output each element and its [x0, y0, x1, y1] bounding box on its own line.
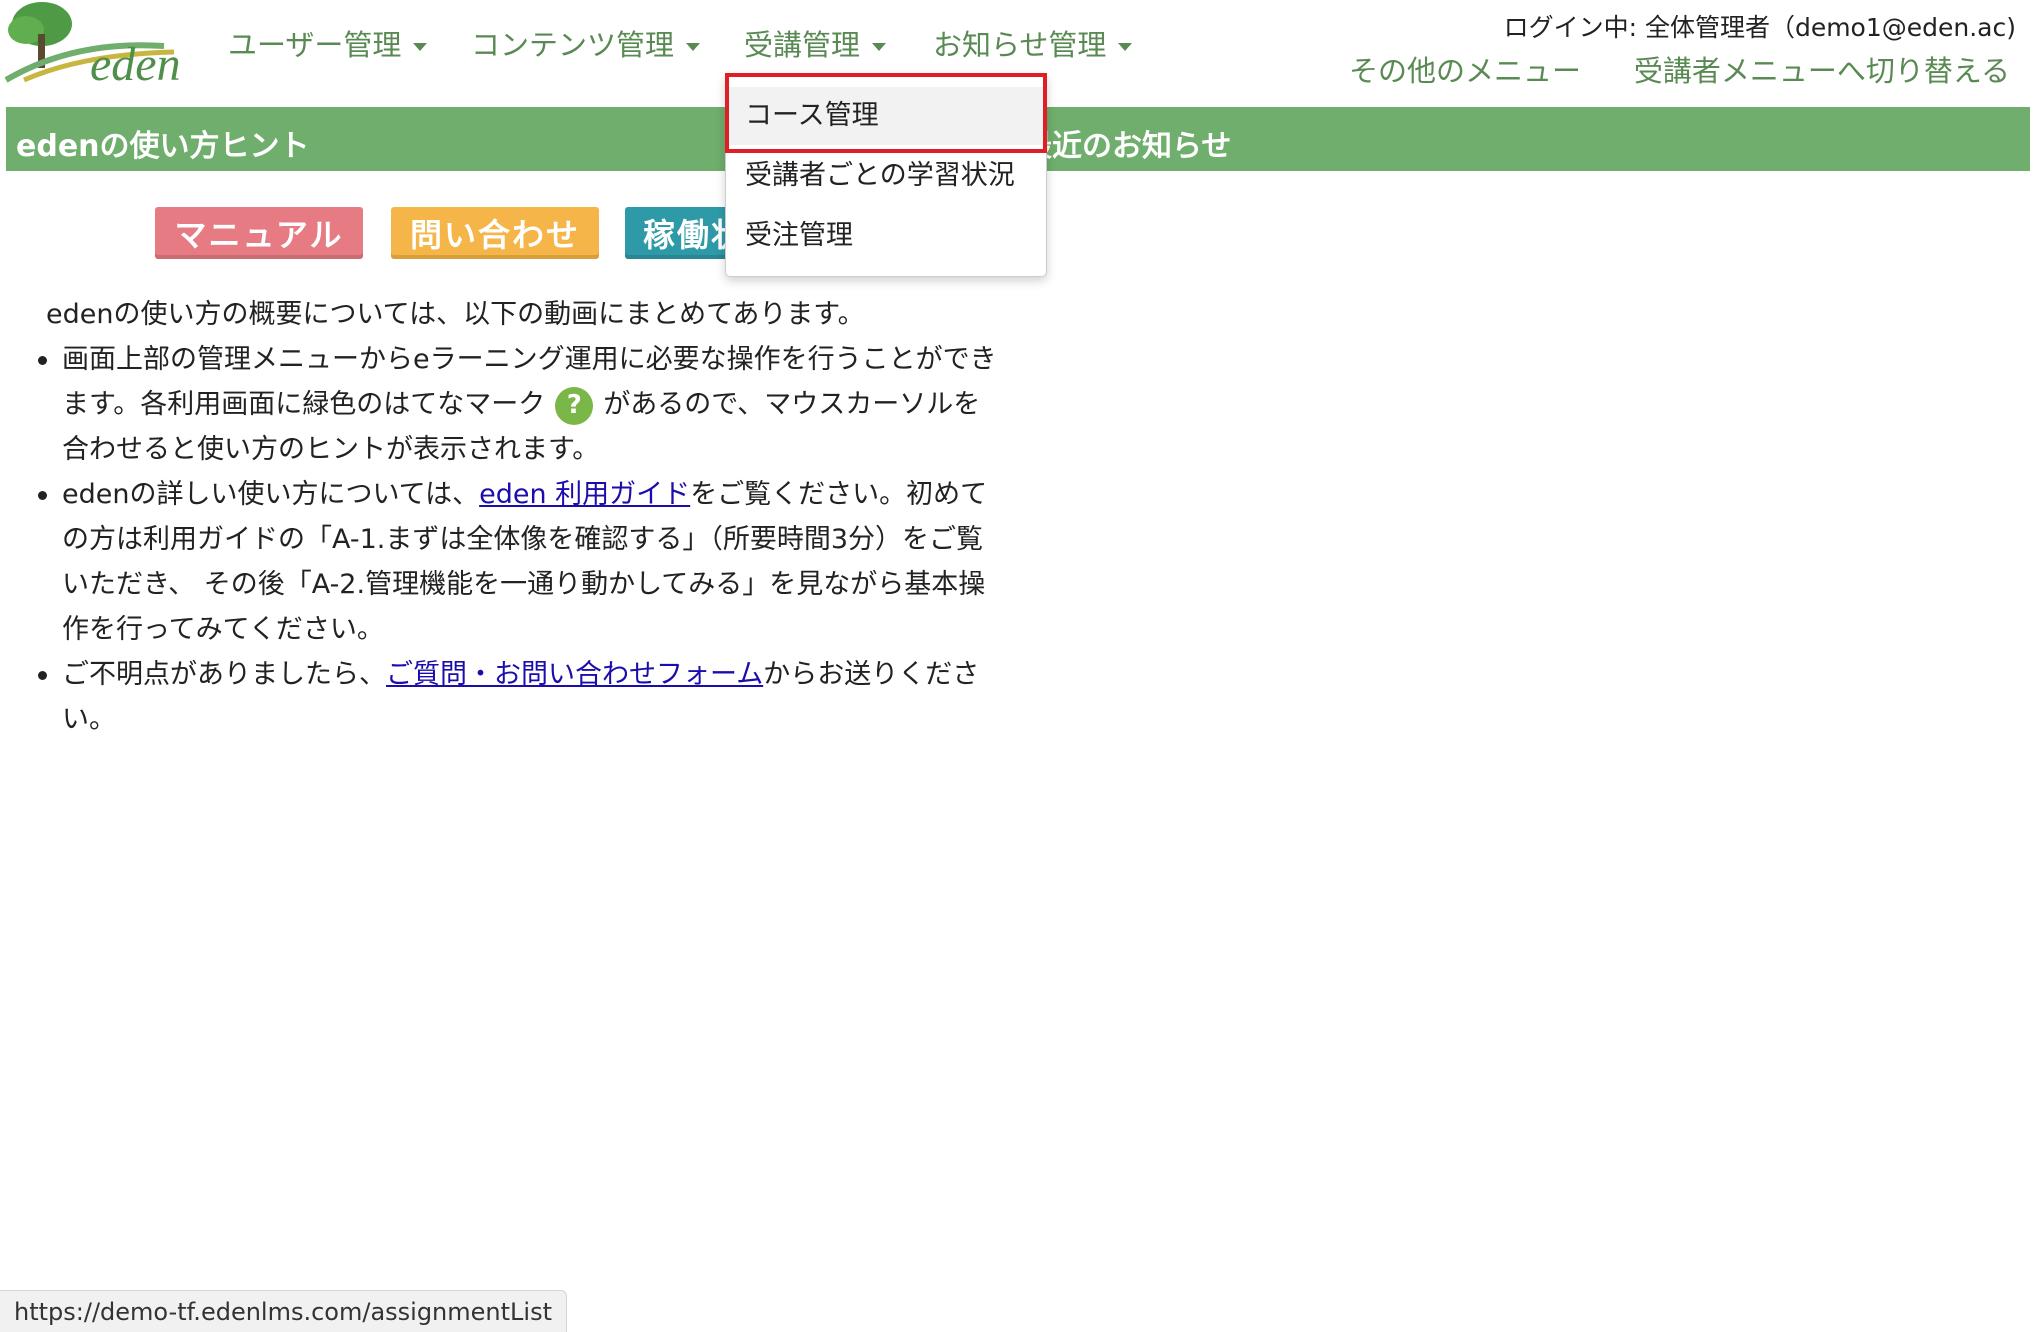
login-info: ログイン中: 全体管理者（demo1@eden.ac)	[1503, 13, 2016, 42]
switch-to-learner-menu-link[interactable]: 受講者メニューへ切り替える	[1634, 54, 2010, 88]
nav-content-management-label: コンテンツ管理	[471, 28, 675, 62]
caret-down-icon	[872, 43, 887, 51]
hints-content: edenの使い方の概要については、以下の動画にまとめてあります。 画面上部の管理…	[38, 292, 1006, 742]
list-item: edenの詳しい使い方については、eden 利用ガイドをご覧ください。初めての方…	[38, 472, 1006, 652]
intro-text: edenの使い方の概要については、以下の動画にまとめてあります。	[46, 299, 865, 330]
nav-notice-management-label: お知らせ管理	[933, 28, 1107, 62]
course-attendance-dropdown-menu: コース管理 受講者ごとの学習状況 受注管理	[725, 73, 1047, 277]
bullet-icon	[38, 491, 47, 500]
menu-item-order-management[interactable]: 受注管理	[726, 207, 1046, 265]
list-item: 画面上部の管理メニューからeラーニング運用に必要な操作を行うことができます。各利…	[38, 337, 1006, 472]
status-bar-url: https://demo-tf.edenlms.com/assignmentLi…	[0, 1290, 567, 1332]
eden-logo[interactable]: eden	[4, 0, 190, 91]
logo-text: eden	[90, 38, 181, 86]
app-root: eden ユーザー管理 コンテンツ管理 受講管理 お知らせ管理 ログイン中: 全…	[0, 0, 2036, 1332]
bullet-icon	[38, 671, 47, 680]
caret-down-icon	[413, 43, 428, 51]
nav-other-menu-label: その他のメニュー	[1349, 54, 1582, 88]
nav-user-management-label: ユーザー管理	[228, 28, 402, 62]
bullet-icon	[38, 356, 47, 365]
inquiry-form-link[interactable]: ご質問・お問い合わせフォーム	[386, 659, 763, 690]
hints-title: edenの使い方ヒント	[16, 129, 310, 164]
help-question-icon[interactable]: ?	[555, 386, 594, 425]
manual-button[interactable]: マニュアル	[155, 207, 363, 259]
recent-notices-title: 最近のお知らせ	[1022, 129, 1232, 164]
list-item: ご不明点がありましたら、ご質問・お問い合わせフォームからお送りください。	[38, 652, 1006, 742]
caret-down-icon	[1118, 43, 1133, 51]
nav-course-attendance-management[interactable]: 受講管理	[744, 28, 887, 62]
hints-list: 画面上部の管理メニューからeラーニング運用に必要な操作を行うことができます。各利…	[38, 337, 1006, 742]
inquiry-button[interactable]: 問い合わせ	[391, 207, 599, 259]
hint2-text-a: edenの詳しい使い方については、	[62, 479, 480, 510]
menu-item-course-management[interactable]: コース管理	[726, 87, 1046, 145]
nav-user-management[interactable]: ユーザー管理	[228, 28, 428, 62]
service-status-button[interactable]: 稼働状	[625, 207, 735, 259]
nav-notice-management[interactable]: お知らせ管理	[933, 28, 1133, 62]
usage-guide-link[interactable]: eden 利用ガイド	[479, 479, 690, 510]
caret-down-icon	[686, 43, 701, 51]
menu-item-learning-status-by-learner[interactable]: 受講者ごとの学習状況	[726, 147, 1046, 205]
nav-course-attendance-management-label: 受講管理	[744, 28, 861, 62]
hint3-text-a: ご不明点がありましたら、	[62, 659, 386, 690]
nav-content-management[interactable]: コンテンツ管理	[471, 28, 701, 62]
nav-other-menu[interactable]: その他のメニュー	[1349, 54, 1581, 88]
